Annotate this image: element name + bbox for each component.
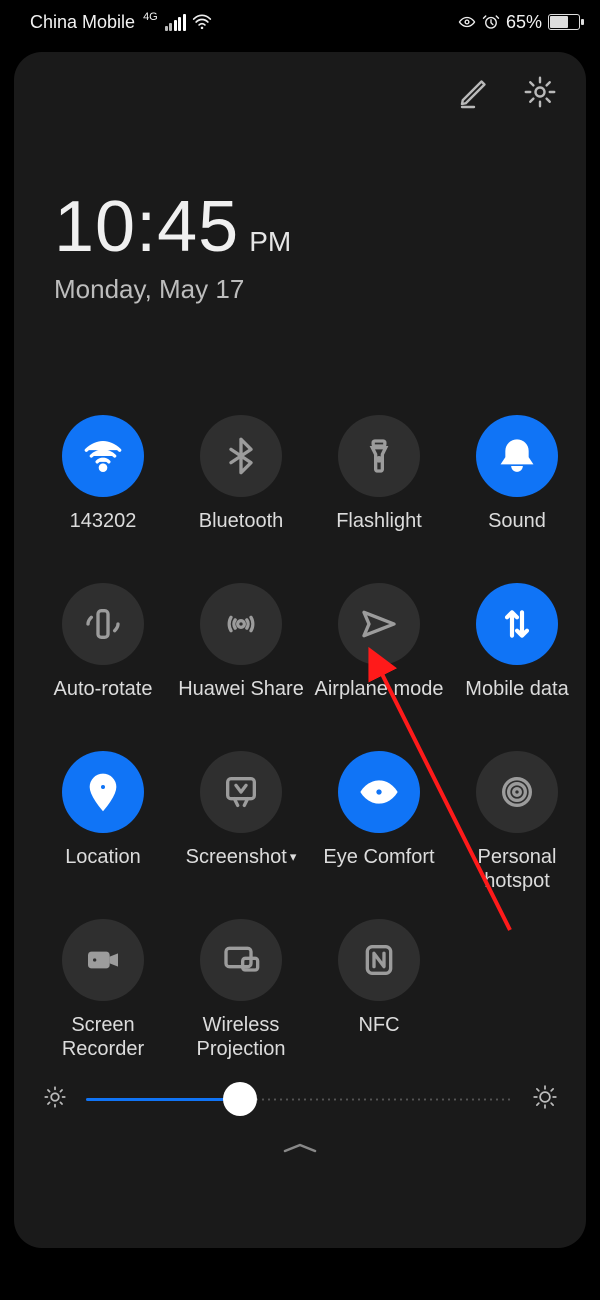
tile-nfc: NFC — [314, 919, 444, 1061]
eyecomfort-label: Eye Comfort — [323, 845, 434, 893]
location-label: Location — [65, 845, 141, 893]
visibility-status-icon — [458, 13, 476, 31]
sound-toggle[interactable] — [476, 415, 558, 497]
quick-settings-panel: 10:45 PM Monday, May 17 143202 Bluetooth… — [14, 52, 586, 1248]
tile-eyecomfort: Eye Comfort — [314, 751, 444, 893]
hotspot-toggle[interactable] — [476, 751, 558, 833]
recorder-button[interactable] — [62, 919, 144, 1001]
drag-handle[interactable] — [38, 1141, 562, 1155]
huaweishare-label: Huawei Share — [178, 677, 304, 725]
autorotate-toggle[interactable] — [62, 583, 144, 665]
tile-screenshot: Screenshot▾ — [176, 751, 306, 893]
clock-block: 10:45 PM Monday, May 17 — [54, 186, 562, 305]
screenshot-label: Screenshot▾ — [186, 845, 297, 893]
panel-top-actions — [38, 74, 562, 110]
brightness-row — [38, 1079, 562, 1119]
battery-pct-label: 65% — [506, 12, 542, 33]
status-right: 65% — [458, 12, 580, 33]
tile-location: Location — [38, 751, 168, 893]
flashlight-toggle[interactable] — [338, 415, 420, 497]
hotspot-label: Personal hotspot — [452, 845, 582, 893]
nfc-toggle[interactable] — [338, 919, 420, 1001]
tile-recorder: Screen Recorder — [38, 919, 168, 1061]
status-left: China Mobile 4G — [30, 12, 212, 33]
wifi-label: 143202 — [70, 509, 137, 557]
status-bar: China Mobile 4G 65% — [0, 0, 600, 38]
tile-mobiledata: Mobile data — [452, 583, 582, 725]
tiles-grid: 143202 Bluetooth Flashlight Sound — [38, 415, 562, 1061]
airplane-label: Airplane mode — [315, 677, 444, 725]
tile-wifi: 143202 — [38, 415, 168, 557]
wifi-toggle[interactable] — [62, 415, 144, 497]
location-toggle[interactable] — [62, 751, 144, 833]
bluetooth-toggle[interactable] — [200, 415, 282, 497]
wifi-status-icon — [192, 12, 212, 32]
brightness-low-icon — [42, 1084, 68, 1115]
eyecomfort-toggle[interactable] — [338, 751, 420, 833]
dropdown-caret-icon: ▾ — [290, 849, 297, 864]
tile-autorotate: Auto-rotate — [38, 583, 168, 725]
edit-button[interactable] — [456, 74, 492, 110]
bluetooth-label: Bluetooth — [199, 509, 284, 557]
brightness-high-icon — [532, 1084, 558, 1115]
tile-projection: Wireless Projection — [176, 919, 306, 1061]
airplane-toggle[interactable] — [338, 583, 420, 665]
huaweishare-toggle[interactable] — [200, 583, 282, 665]
network-type-label: 4G — [143, 11, 158, 23]
sound-label: Sound — [488, 509, 546, 557]
clock-ampm: PM — [249, 226, 291, 258]
tile-sound: Sound — [452, 415, 582, 557]
settings-button[interactable] — [522, 74, 558, 110]
battery-icon — [548, 14, 580, 30]
tile-hotspot: Personal hotspot — [452, 751, 582, 893]
projection-button[interactable] — [200, 919, 282, 1001]
brightness-thumb[interactable] — [223, 1082, 257, 1116]
clock-time: 10:45 — [54, 186, 239, 268]
recorder-label: Screen Recorder — [38, 1013, 168, 1061]
nfc-label: NFC — [358, 1013, 399, 1061]
signal-icon — [165, 14, 186, 31]
tile-airplane: Airplane mode — [314, 583, 444, 725]
mobiledata-toggle[interactable] — [476, 583, 558, 665]
carrier-label: China Mobile — [30, 12, 135, 33]
autorotate-label: Auto-rotate — [54, 677, 153, 725]
tile-huaweishare: Huawei Share — [176, 583, 306, 725]
brightness-slider[interactable] — [86, 1079, 514, 1119]
tile-flashlight: Flashlight — [314, 415, 444, 557]
mobiledata-label: Mobile data — [465, 677, 568, 725]
flashlight-label: Flashlight — [336, 509, 422, 557]
tile-bluetooth: Bluetooth — [176, 415, 306, 557]
projection-label: Wireless Projection — [176, 1013, 306, 1061]
alarm-status-icon — [482, 13, 500, 31]
clock-date: Monday, May 17 — [54, 274, 562, 305]
screenshot-button[interactable] — [200, 751, 282, 833]
